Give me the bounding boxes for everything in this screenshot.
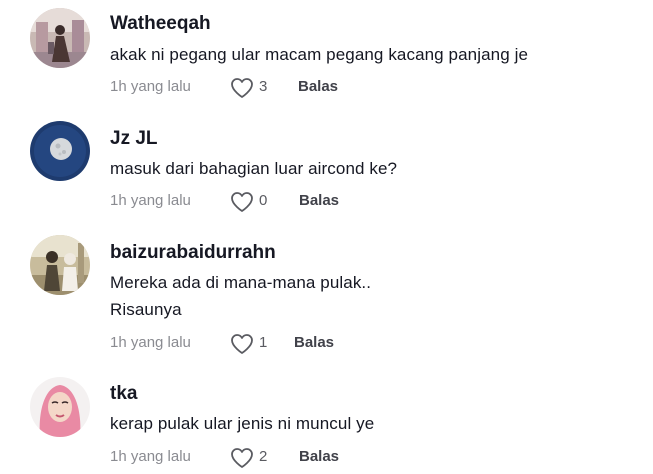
photo-avatar-mosque-icon [30, 8, 90, 68]
timestamp: 1h yang lalu [110, 448, 191, 465]
like-count: 2 [259, 448, 268, 465]
avatar[interactable] [30, 235, 90, 295]
like-button[interactable]: 3 [230, 76, 276, 100]
like-button[interactable]: 2 [230, 446, 276, 470]
avatar[interactable] [30, 377, 90, 437]
avatar[interactable] [30, 8, 90, 68]
username[interactable]: Watheeqah [110, 13, 211, 35]
heart-icon [231, 192, 253, 212]
photo-avatar-couple-icon [30, 235, 90, 295]
like-count: 1 [259, 334, 268, 351]
timestamp: 1h yang lalu [110, 78, 191, 95]
like-button[interactable]: 1 [230, 332, 276, 356]
comment-text: masuk dari bahagian luar aircond ke? [110, 159, 398, 178]
moon-avatar-icon [30, 121, 90, 181]
username[interactable]: Jz JL [110, 128, 158, 150]
heart-icon [231, 448, 253, 468]
reply-button[interactable]: Balas [299, 192, 339, 209]
heart-icon [231, 334, 253, 354]
comment-text: kerap pulak ular jenis ni muncul ye [110, 414, 375, 433]
comment-text: Risaunya [110, 300, 182, 319]
reply-button[interactable]: Balas [294, 334, 334, 351]
hijab-girl-avatar-icon [30, 377, 90, 437]
username[interactable]: baizurabaidurrahn [110, 242, 276, 264]
like-button[interactable]: 0 [230, 190, 276, 214]
comment-text: akak ni pegang ular macam pegang kacang … [110, 45, 529, 64]
avatar[interactable] [30, 121, 90, 181]
comment-text: Mereka ada di mana-mana pulak.. [110, 273, 372, 292]
timestamp: 1h yang lalu [110, 334, 191, 351]
username[interactable]: tka [110, 383, 137, 405]
like-count: 0 [259, 192, 268, 209]
heart-icon [231, 78, 253, 98]
reply-button[interactable]: Balas [299, 448, 339, 465]
reply-button[interactable]: Balas [298, 78, 338, 95]
timestamp: 1h yang lalu [110, 192, 191, 209]
like-count: 3 [259, 78, 268, 95]
